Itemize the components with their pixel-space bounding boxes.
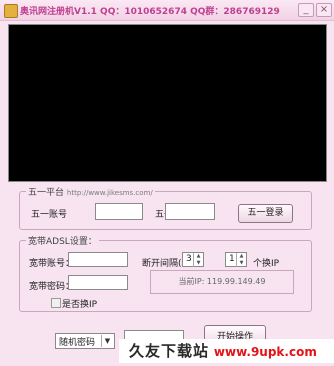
adsl-group: 宽带ADSL设置： 宽带账号： 断开间隔(秒)： 3 ▲ ▼ 1 ▲ ▼ 个换IP …	[19, 234, 312, 312]
per-count-value: 1	[229, 254, 235, 264]
platform-login-button[interactable]: 五一登录	[238, 204, 293, 223]
platform-account-input[interactable]	[95, 203, 143, 220]
interval-value: 3	[186, 254, 192, 264]
per-count-spinner[interactable]: 1 ▲ ▼	[225, 252, 247, 267]
window-title: 奥讯网注册机V1.1 QQ：1010652674 QQ群：286769129	[20, 7, 280, 17]
interval-spinner[interactable]: 3 ▲ ▼	[182, 252, 204, 267]
adsl-password-input[interactable]	[68, 275, 128, 290]
per-count-spin-arrows[interactable]: ▲ ▼	[236, 253, 246, 267]
current-ip-display: 当前IP: 119.99.149.49	[150, 270, 294, 294]
change-ip-label: 是否换IP	[62, 300, 98, 310]
watermark-url: www.9upk.com	[213, 345, 317, 359]
password-mode-selected: 随机密码	[59, 338, 96, 348]
watermark-site-name: 久友下载站	[129, 342, 210, 360]
app-icon	[4, 4, 18, 18]
minimize-icon: _	[303, 4, 309, 15]
adsl-account-input[interactable]	[68, 252, 128, 267]
log-console[interactable]	[8, 24, 327, 182]
platform-url: http://www.jikesms.com/	[66, 189, 153, 197]
platform-password-input[interactable]	[165, 203, 215, 220]
password-mode-select[interactable]: 随机密码 ▼	[55, 333, 115, 349]
change-ip-checkbox[interactable]	[51, 298, 61, 308]
interval-spin-arrows[interactable]: ▲ ▼	[193, 253, 203, 267]
platform-group-legend: 五一平台 http://www.jikesms.com/	[26, 185, 155, 198]
chevron-down-icon: ▼	[101, 335, 113, 347]
title-bar: 奥讯网注册机V1.1 QQ：1010652674 QQ群：286769129 _…	[0, 0, 334, 21]
adsl-group-legend: 宽带ADSL设置：	[26, 234, 99, 247]
platform-account-label: 五一账号	[31, 210, 68, 220]
close-icon: ×	[319, 4, 329, 15]
minimize-button[interactable]: _	[298, 3, 314, 17]
per-count-label: 个换IP	[253, 259, 280, 269]
close-button[interactable]: ×	[316, 3, 332, 17]
site-watermark: 久友下载站 www.9upk.com	[119, 339, 334, 363]
platform-group: 五一平台 http://www.jikesms.com/ 五一账号 五一密码 五…	[19, 185, 312, 230]
platform-group-title: 五一平台	[28, 188, 65, 198]
